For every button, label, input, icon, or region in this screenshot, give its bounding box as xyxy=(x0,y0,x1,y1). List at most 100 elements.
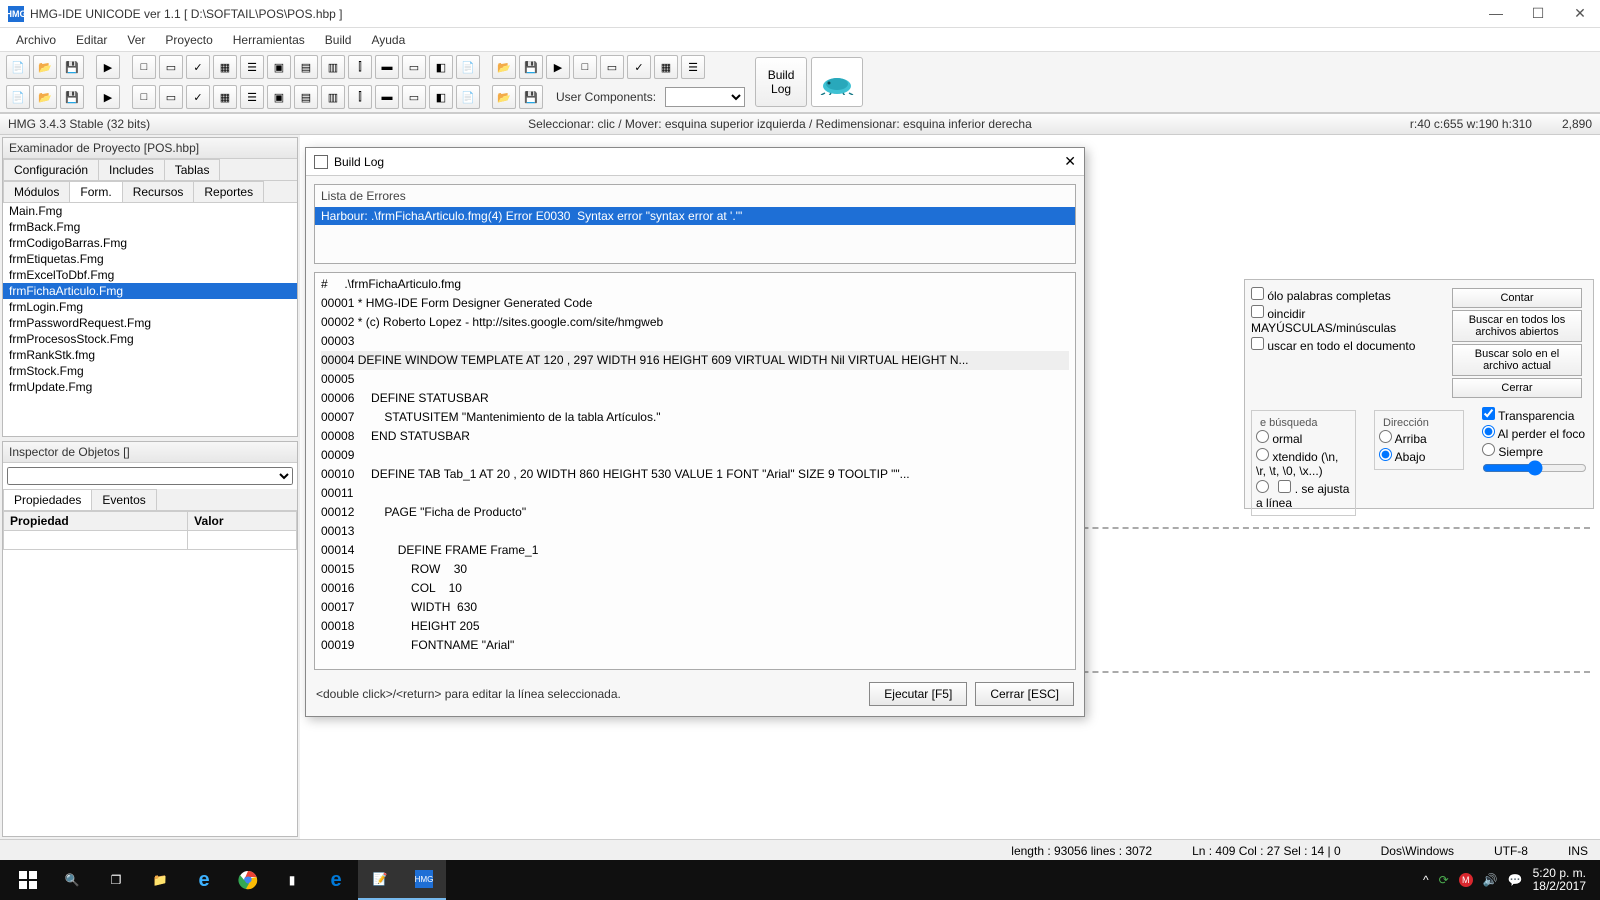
find-all-button[interactable]: Buscar en todos los archivos abiertos xyxy=(1452,310,1582,342)
toolbar-button[interactable]: ▣ xyxy=(267,55,291,79)
toolbar-button[interactable]: ▬ xyxy=(375,85,399,109)
menu-build[interactable]: Build xyxy=(317,31,360,49)
toolbar-button[interactable]: ✓ xyxy=(186,85,210,109)
toolbar-button[interactable]: ▶ xyxy=(96,85,120,109)
close-search-button[interactable]: Cerrar xyxy=(1452,378,1582,398)
toolbar-button[interactable]: ☰ xyxy=(240,55,264,79)
file-item[interactable]: frmBack.Fmg xyxy=(3,219,297,235)
trans-always[interactable]: Siempre xyxy=(1482,442,1587,460)
file-item[interactable]: frmLogin.Fmg xyxy=(3,299,297,315)
tab-includes[interactable]: Includes xyxy=(98,159,165,180)
tab-módulos[interactable]: Módulos xyxy=(3,181,70,202)
build-log-button[interactable]: Build Log xyxy=(755,57,807,107)
menu-ayuda[interactable]: Ayuda xyxy=(363,31,413,49)
opt-match-case[interactable]: oincidir MAYÚSCULAS/minúsculas xyxy=(1251,304,1447,336)
toolbar-button[interactable]: ▭ xyxy=(402,55,426,79)
inspector-combo[interactable] xyxy=(7,467,293,485)
maximize-button[interactable]: ☐ xyxy=(1526,5,1550,22)
file-item[interactable]: frmCodigoBarras.Fmg xyxy=(3,235,297,251)
opt-whole-doc[interactable]: uscar en todo el documento xyxy=(1251,336,1447,354)
tab-form.[interactable]: Form. xyxy=(69,181,122,202)
toolbar-button[interactable]: ▥ xyxy=(321,55,345,79)
tray-sync-icon[interactable]: ⟳ xyxy=(1439,873,1449,887)
error-list[interactable]: Lista de Errores Harbour: .\frmFichaArti… xyxy=(314,184,1076,264)
toolbar-button[interactable]: □ xyxy=(132,85,156,109)
edge-icon[interactable]: e xyxy=(314,860,358,900)
user-components-combo[interactable] xyxy=(665,87,745,107)
toolbar-button[interactable]: 📂 xyxy=(492,85,516,109)
mode-extended[interactable]: xtendido (\n, \r, \t, \0, \x...) xyxy=(1256,447,1351,479)
tab-recursos[interactable]: Recursos xyxy=(122,181,195,202)
execute-button[interactable]: Ejecutar [F5] xyxy=(869,682,967,706)
toolbar-button[interactable]: ▣ xyxy=(267,85,291,109)
notepad-icon[interactable]: 📝 xyxy=(358,860,402,900)
toolbar-button[interactable]: ⫿ xyxy=(348,55,372,79)
properties-table[interactable]: PropiedadValor xyxy=(3,511,297,550)
toolbar-button[interactable]: ▬ xyxy=(375,55,399,79)
toolbar-button[interactable]: ▤ xyxy=(294,85,318,109)
menu-proyecto[interactable]: Proyecto xyxy=(157,31,220,49)
toolbar-button[interactable]: ◧ xyxy=(429,55,453,79)
toolbar-button[interactable]: ▦ xyxy=(213,55,237,79)
task-view-icon[interactable]: ❐ xyxy=(94,860,138,900)
tab-tablas[interactable]: Tablas xyxy=(164,159,221,180)
tray-up-icon[interactable]: ^ xyxy=(1423,873,1429,887)
file-list[interactable]: Main.FmgfrmBack.FmgfrmCodigoBarras.Fmg fr… xyxy=(3,203,297,436)
toolbar-button[interactable]: 📄 xyxy=(456,55,480,79)
tray-mega-icon[interactable]: M xyxy=(1459,873,1473,887)
file-item[interactable]: frmExcelToDbf.Fmg xyxy=(3,267,297,283)
file-item[interactable]: Main.Fmg xyxy=(3,203,297,219)
mode-regex[interactable]: . se ajusta a línea xyxy=(1256,479,1351,511)
chrome-icon[interactable] xyxy=(226,860,270,900)
toolbar-button[interactable]: ▭ xyxy=(159,55,183,79)
toolbar-button[interactable]: ▤ xyxy=(294,55,318,79)
transparency-slider[interactable] xyxy=(1482,460,1587,476)
menu-editar[interactable]: Editar xyxy=(68,31,115,49)
toolbar-button[interactable]: ▶ xyxy=(546,55,570,79)
file-item[interactable]: frmProcesosStock.Fmg xyxy=(3,331,297,347)
toolbar-button[interactable]: ▭ xyxy=(600,55,624,79)
file-item[interactable]: frmUpdate.Fmg xyxy=(3,379,297,395)
toolbar-button[interactable]: 📂 xyxy=(33,55,57,79)
toolbar-button[interactable]: ◧ xyxy=(429,85,453,109)
close-button[interactable]: ✕ xyxy=(1568,5,1592,22)
opt-whole-words[interactable]: ólo palabras completas xyxy=(1251,286,1447,304)
toolbar-button[interactable]: ▭ xyxy=(402,85,426,109)
clock[interactable]: 5:20 p. m. 18/2/2017 xyxy=(1533,867,1586,893)
cmd-icon[interactable]: ▮ xyxy=(270,860,314,900)
toolbar-button[interactable]: ✓ xyxy=(627,55,651,79)
toolbar-button[interactable]: ⫿ xyxy=(348,85,372,109)
tab-reportes[interactable]: Reportes xyxy=(193,181,264,202)
menu-herramientas[interactable]: Herramientas xyxy=(225,31,313,49)
toolbar-button[interactable]: ▦ xyxy=(213,85,237,109)
tray-notif-icon[interactable]: 💬 xyxy=(1508,873,1523,887)
transparency-check[interactable]: Transparencia xyxy=(1482,406,1587,424)
toolbar-button[interactable]: 💾 xyxy=(60,85,84,109)
toolbar-button[interactable]: ☰ xyxy=(240,85,264,109)
start-button[interactable] xyxy=(6,860,50,900)
tab-propiedades[interactable]: Propiedades xyxy=(3,489,92,510)
toolbar-button[interactable]: 📄 xyxy=(6,85,30,109)
file-item[interactable]: frmPasswordRequest.Fmg xyxy=(3,315,297,331)
find-current-button[interactable]: Buscar solo en el archivo actual xyxy=(1452,344,1582,376)
tray-volume-icon[interactable]: 🔊 xyxy=(1483,873,1498,887)
tab-eventos[interactable]: Eventos xyxy=(91,489,156,510)
count-button[interactable]: Contar xyxy=(1452,288,1582,308)
dialog-close-button[interactable]: ✕ xyxy=(1064,153,1076,170)
toolbar-button[interactable]: 💾 xyxy=(60,55,84,79)
file-item[interactable]: frmRankStk.fmg xyxy=(3,347,297,363)
toolbar-button[interactable]: ▭ xyxy=(159,85,183,109)
toolbar-button[interactable]: 📄 xyxy=(456,85,480,109)
toolbar-button[interactable]: 📂 xyxy=(492,55,516,79)
toolbar-button[interactable]: ☰ xyxy=(681,55,705,79)
trans-on-focus[interactable]: Al perder el foco xyxy=(1482,424,1587,442)
toolbar-button[interactable]: 💾 xyxy=(519,85,543,109)
search-icon[interactable]: 🔍 xyxy=(50,860,94,900)
mode-normal[interactable]: ormal xyxy=(1256,429,1351,447)
file-item[interactable]: frmFichaArticulo.Fmg xyxy=(3,283,297,299)
toolbar-button[interactable]: □ xyxy=(573,55,597,79)
ie-icon[interactable]: e xyxy=(182,860,226,900)
toolbar-button[interactable]: 📄 xyxy=(6,55,30,79)
menu-archivo[interactable]: Archivo xyxy=(8,31,64,49)
dir-up[interactable]: Arriba xyxy=(1379,429,1459,447)
